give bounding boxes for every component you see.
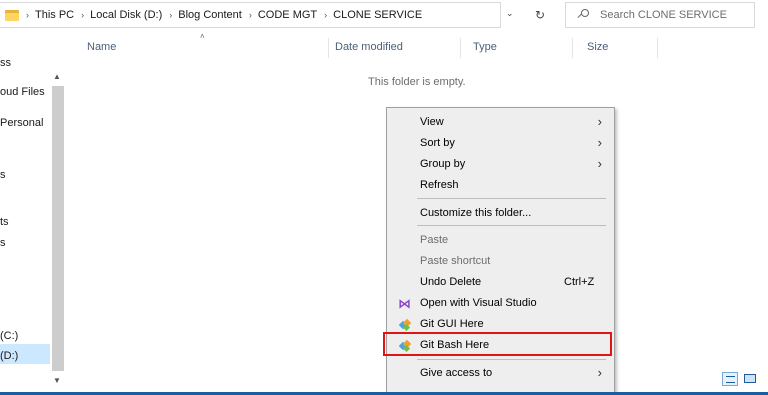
column-divider[interactable] (572, 38, 573, 58)
scrollbar-thumb[interactable] (52, 86, 64, 371)
breadcrumb-blog-content[interactable]: Blog Content (178, 9, 242, 21)
column-headers: ˄ Name Date modified Type Size (72, 32, 692, 60)
submenu-arrow-icon: › (597, 365, 602, 380)
menu-item-label: Sort by (420, 137, 455, 149)
details-view-button[interactable] (722, 372, 738, 386)
menu-item-label: Git GUI Here (420, 318, 484, 330)
menu-item-open-with-visual-studio[interactable]: ⋈ Open with Visual Studio (387, 293, 614, 314)
menu-item-refresh[interactable]: Refresh (387, 175, 614, 196)
breadcrumb-local-disk-d[interactable]: Local Disk (D:) (90, 9, 162, 21)
submenu-arrow-icon: › (597, 135, 602, 150)
nav-item-quick-access[interactable]: ss (0, 57, 11, 69)
menu-item-sort-by[interactable]: Sort by › (387, 133, 614, 154)
breadcrumb-clone-service[interactable]: CLONE SERVICE (333, 9, 422, 21)
menu-item-label: Undo Delete (420, 276, 482, 288)
menu-item-label: Group by (420, 158, 466, 170)
menu-item-label: Refresh (420, 179, 459, 191)
menu-item-label: Open with Visual Studio (420, 297, 537, 309)
column-divider[interactable] (460, 38, 461, 58)
nav-item-5[interactable]: s (0, 237, 6, 249)
nav-item-3[interactable]: s (0, 169, 6, 181)
column-header-type[interactable]: Type (473, 41, 497, 53)
nav-item-drive-d[interactable]: (D:) (0, 350, 18, 362)
breadcrumb-code-mgt[interactable]: CODE MGT (258, 9, 317, 21)
column-header-name[interactable]: Name (87, 41, 116, 53)
menu-item-paste-shortcut: Paste shortcut (387, 251, 614, 272)
chevron-right-icon[interactable]: › (324, 10, 327, 20)
view-toggle-group (722, 372, 762, 388)
refresh-icon[interactable]: ↻ (530, 5, 550, 25)
nav-item-drive-c[interactable]: (C:) (0, 330, 18, 342)
breadcrumb-this-pc[interactable]: This PC (35, 9, 74, 21)
menu-item-customize-folder[interactable]: Customize this folder... (387, 203, 614, 224)
chevron-right-icon[interactable]: › (169, 10, 172, 20)
chevron-right-icon[interactable]: › (249, 10, 252, 20)
sort-ascending-icon: ˄ (200, 32, 205, 41)
search-input[interactable] (600, 9, 750, 21)
menu-item-undo-delete[interactable]: Undo Delete Ctrl+Z (387, 272, 614, 293)
nav-item-personal[interactable]: Personal (0, 117, 43, 129)
submenu-arrow-icon: › (597, 114, 602, 129)
menu-item-label: Paste shortcut (420, 255, 491, 267)
details-view-icon (726, 376, 735, 383)
column-header-date-modified[interactable]: Date modified (335, 41, 403, 53)
large-icons-view-icon (744, 374, 756, 383)
scroll-up-arrow-icon[interactable]: ▲ (53, 72, 61, 81)
menu-item-give-access-to[interactable]: Give access to › (387, 363, 614, 384)
menu-separator (417, 225, 606, 226)
address-bar-row: › This PC › Local Disk (D:) › Blog Conte… (0, 0, 768, 32)
scroll-down-arrow-icon[interactable]: ▼ (53, 376, 61, 385)
menu-item-label: Paste (420, 234, 449, 246)
nav-item-cloud-files[interactable]: oud Files (0, 86, 45, 98)
nav-item-4[interactable]: ts (0, 216, 9, 228)
folder-icon (5, 9, 19, 21)
menu-item-label: View (420, 116, 444, 128)
menu-item-label: Give access to (420, 367, 493, 379)
menu-separator (417, 359, 606, 360)
menu-item-group-by[interactable]: Group by › (387, 154, 614, 175)
search-icon (577, 9, 590, 21)
column-divider[interactable] (657, 38, 658, 58)
search-box[interactable] (565, 2, 755, 28)
chevron-right-icon[interactable]: › (81, 10, 84, 20)
address-bar[interactable]: › This PC › Local Disk (D:) › Blog Conte… (0, 2, 501, 28)
submenu-arrow-icon: › (597, 156, 602, 171)
menu-separator (417, 198, 606, 199)
git-gui-icon (398, 318, 412, 332)
navigation-pane: ss oud Files Personal s ts s (C:) (D:) ▲… (0, 32, 66, 395)
visual-studio-icon: ⋈ (398, 296, 411, 311)
column-header-size[interactable]: Size (587, 41, 608, 53)
menu-item-view[interactable]: View › (387, 112, 614, 133)
menu-item-shortcut: Ctrl+Z (564, 276, 595, 288)
column-divider[interactable] (328, 38, 329, 58)
breadcrumb: › This PC › Local Disk (D:) › Blog Conte… (19, 3, 422, 27)
large-icons-view-button[interactable] (742, 372, 758, 386)
highlight-annotation-box (383, 332, 612, 356)
menu-item-paste: Paste (387, 230, 614, 251)
empty-folder-message: This folder is empty. (368, 76, 466, 88)
nav-scrollbar[interactable]: ▲ ▼ (51, 68, 65, 392)
address-history-dropdown-icon[interactable]: ⌄ (506, 8, 514, 19)
menu-item-label: Customize this folder... (420, 207, 532, 219)
chevron-right-icon[interactable]: › (26, 10, 29, 20)
